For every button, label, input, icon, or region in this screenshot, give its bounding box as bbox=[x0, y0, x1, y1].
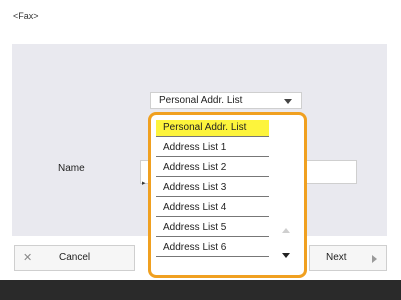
list-item-address-list-1[interactable]: Address List 1 bbox=[156, 140, 269, 157]
address-list-dropdown[interactable]: Personal Addr. List bbox=[150, 92, 302, 109]
address-list-menu: Personal Addr. List Address List 1 Addre… bbox=[148, 112, 307, 278]
list-item-address-list-5[interactable]: Address List 5 bbox=[156, 220, 269, 237]
next-button[interactable]: Next bbox=[309, 245, 387, 271]
next-label: Next bbox=[326, 252, 347, 263]
scroll-down-icon[interactable] bbox=[282, 253, 290, 258]
chevron-down-icon bbox=[284, 99, 292, 104]
list-item-address-list-4[interactable]: Address List 4 bbox=[156, 200, 269, 217]
list-item-personal-addr-list[interactable]: Personal Addr. List bbox=[156, 120, 269, 137]
scroll-up-icon[interactable] bbox=[282, 228, 290, 233]
dropdown-selected-label: Personal Addr. List bbox=[159, 95, 243, 106]
list-item-address-list-6[interactable]: Address List 6 bbox=[156, 240, 269, 257]
cancel-label: Cancel bbox=[59, 252, 91, 263]
name-label: Name bbox=[58, 163, 85, 174]
page-title: <Fax> bbox=[13, 11, 39, 21]
cancel-button[interactable]: ✕ Cancel bbox=[14, 245, 135, 271]
list-item-address-list-2[interactable]: Address List 2 bbox=[156, 160, 269, 177]
list-item-address-list-3[interactable]: Address List 3 bbox=[156, 180, 269, 197]
close-icon: ✕ bbox=[23, 252, 33, 264]
caret-icon: ▸ bbox=[142, 180, 146, 187]
chevron-right-icon bbox=[372, 255, 377, 263]
footer-bar bbox=[0, 280, 401, 300]
